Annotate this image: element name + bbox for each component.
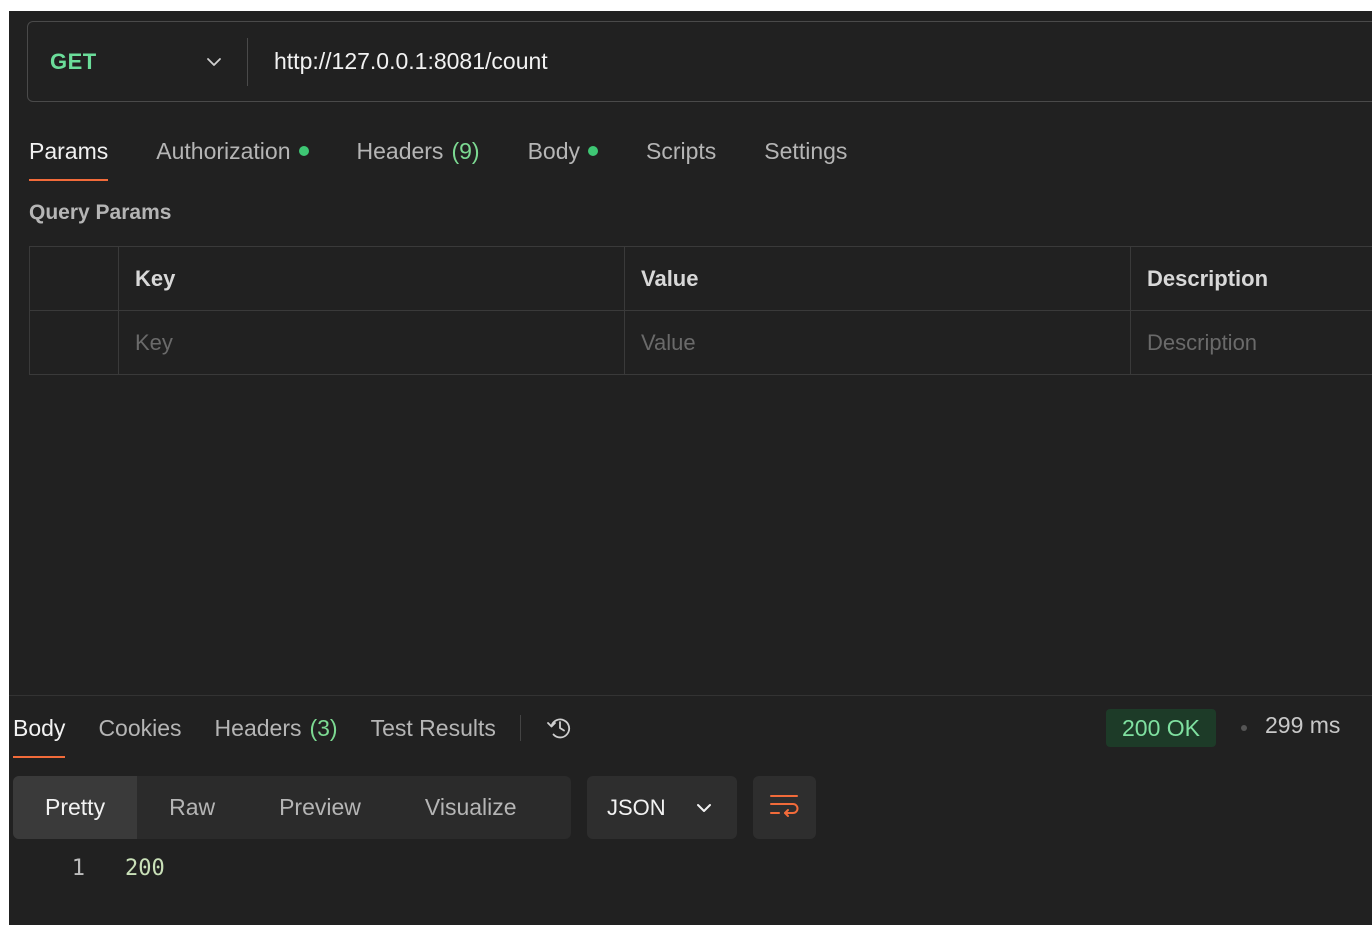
chevron-down-icon	[693, 797, 715, 819]
tab-label: Authorization	[156, 137, 291, 164]
status-dot	[588, 146, 598, 156]
format-select[interactable]: JSON	[587, 776, 737, 839]
tab-params[interactable]: Params	[29, 129, 109, 181]
tab-label: Body	[527, 137, 580, 164]
checkbox-cell	[29, 246, 119, 311]
status-badge[interactable]: 200 OK	[1106, 709, 1216, 747]
chevron-down-icon	[203, 51, 225, 73]
response-value[interactable]: 200	[125, 856, 165, 881]
response-tabs: Body Cookies Headers (3) Test Results	[13, 706, 577, 758]
description-input[interactable]: Description	[1130, 310, 1372, 375]
view-visualize-button[interactable]: Visualize	[393, 776, 549, 839]
response-time[interactable]: 299 ms	[1265, 712, 1340, 739]
checkbox-cell[interactable]	[29, 310, 119, 375]
method-label: GET	[50, 48, 97, 74]
query-params-table: Key Value Description Key Value Descript…	[29, 246, 1372, 375]
view-preview-button[interactable]: Preview	[247, 776, 393, 839]
request-tabs: Params Authorization Headers (9) Body Sc…	[29, 129, 895, 181]
format-label: JSON	[607, 794, 666, 820]
table-row: Key Value Description	[29, 310, 1372, 375]
tab-label: Params	[29, 137, 109, 164]
tab-settings[interactable]: Settings	[764, 129, 847, 173]
tab-label: Headers	[214, 714, 302, 741]
tab-label: Settings	[764, 137, 848, 164]
tab-label: Body	[13, 714, 66, 741]
response-tab-cookies[interactable]: Cookies	[98, 706, 181, 750]
separator-dot	[1241, 725, 1247, 731]
column-header-key: Key	[118, 246, 625, 311]
status-dot	[298, 146, 309, 156]
tab-headers[interactable]: Headers (9)	[357, 129, 480, 173]
divider	[519, 715, 521, 741]
wrap-lines-button[interactable]	[753, 776, 816, 839]
tab-label: Headers	[356, 137, 444, 164]
line-number: 1	[71, 855, 85, 881]
response-tab-test-results[interactable]: Test Results	[371, 706, 496, 750]
app-window: GET http://127.0.0.1:8081/count Params A…	[9, 11, 1372, 925]
response-tab-body[interactable]: Body	[13, 706, 66, 758]
column-header-value: Value	[624, 246, 1131, 311]
url-bar: GET http://127.0.0.1:8081/count	[27, 21, 1372, 102]
tab-label: Cookies	[98, 714, 182, 741]
tab-count: (3)	[309, 714, 338, 741]
tab-body[interactable]: Body	[528, 129, 598, 173]
section-title: Query Params	[29, 201, 172, 224]
code-line: 1 200	[9, 851, 165, 885]
response-divider[interactable]	[9, 695, 1372, 696]
tab-scripts[interactable]: Scripts	[646, 129, 716, 173]
view-raw-button[interactable]: Raw	[137, 776, 247, 839]
tab-label: Scripts	[646, 137, 717, 164]
response-tab-headers[interactable]: Headers (3)	[215, 706, 338, 750]
table-header-row: Key Value Description	[29, 246, 1372, 311]
value-input[interactable]: Value	[624, 310, 1131, 375]
method-select[interactable]: GET	[28, 37, 248, 86]
history-icon[interactable]	[543, 711, 577, 745]
tab-count: (9)	[451, 137, 480, 164]
view-pretty-button[interactable]: Pretty	[13, 776, 138, 839]
view-mode-group: Pretty Raw Preview Visualize	[13, 776, 571, 839]
tab-authorization[interactable]: Authorization	[156, 129, 309, 173]
wrap-lines-icon	[769, 791, 801, 824]
url-input[interactable]: http://127.0.0.1:8081/count	[248, 48, 548, 75]
column-header-description: Description	[1130, 246, 1372, 311]
key-input[interactable]: Key	[118, 310, 625, 375]
tab-label: Test Results	[370, 714, 496, 741]
